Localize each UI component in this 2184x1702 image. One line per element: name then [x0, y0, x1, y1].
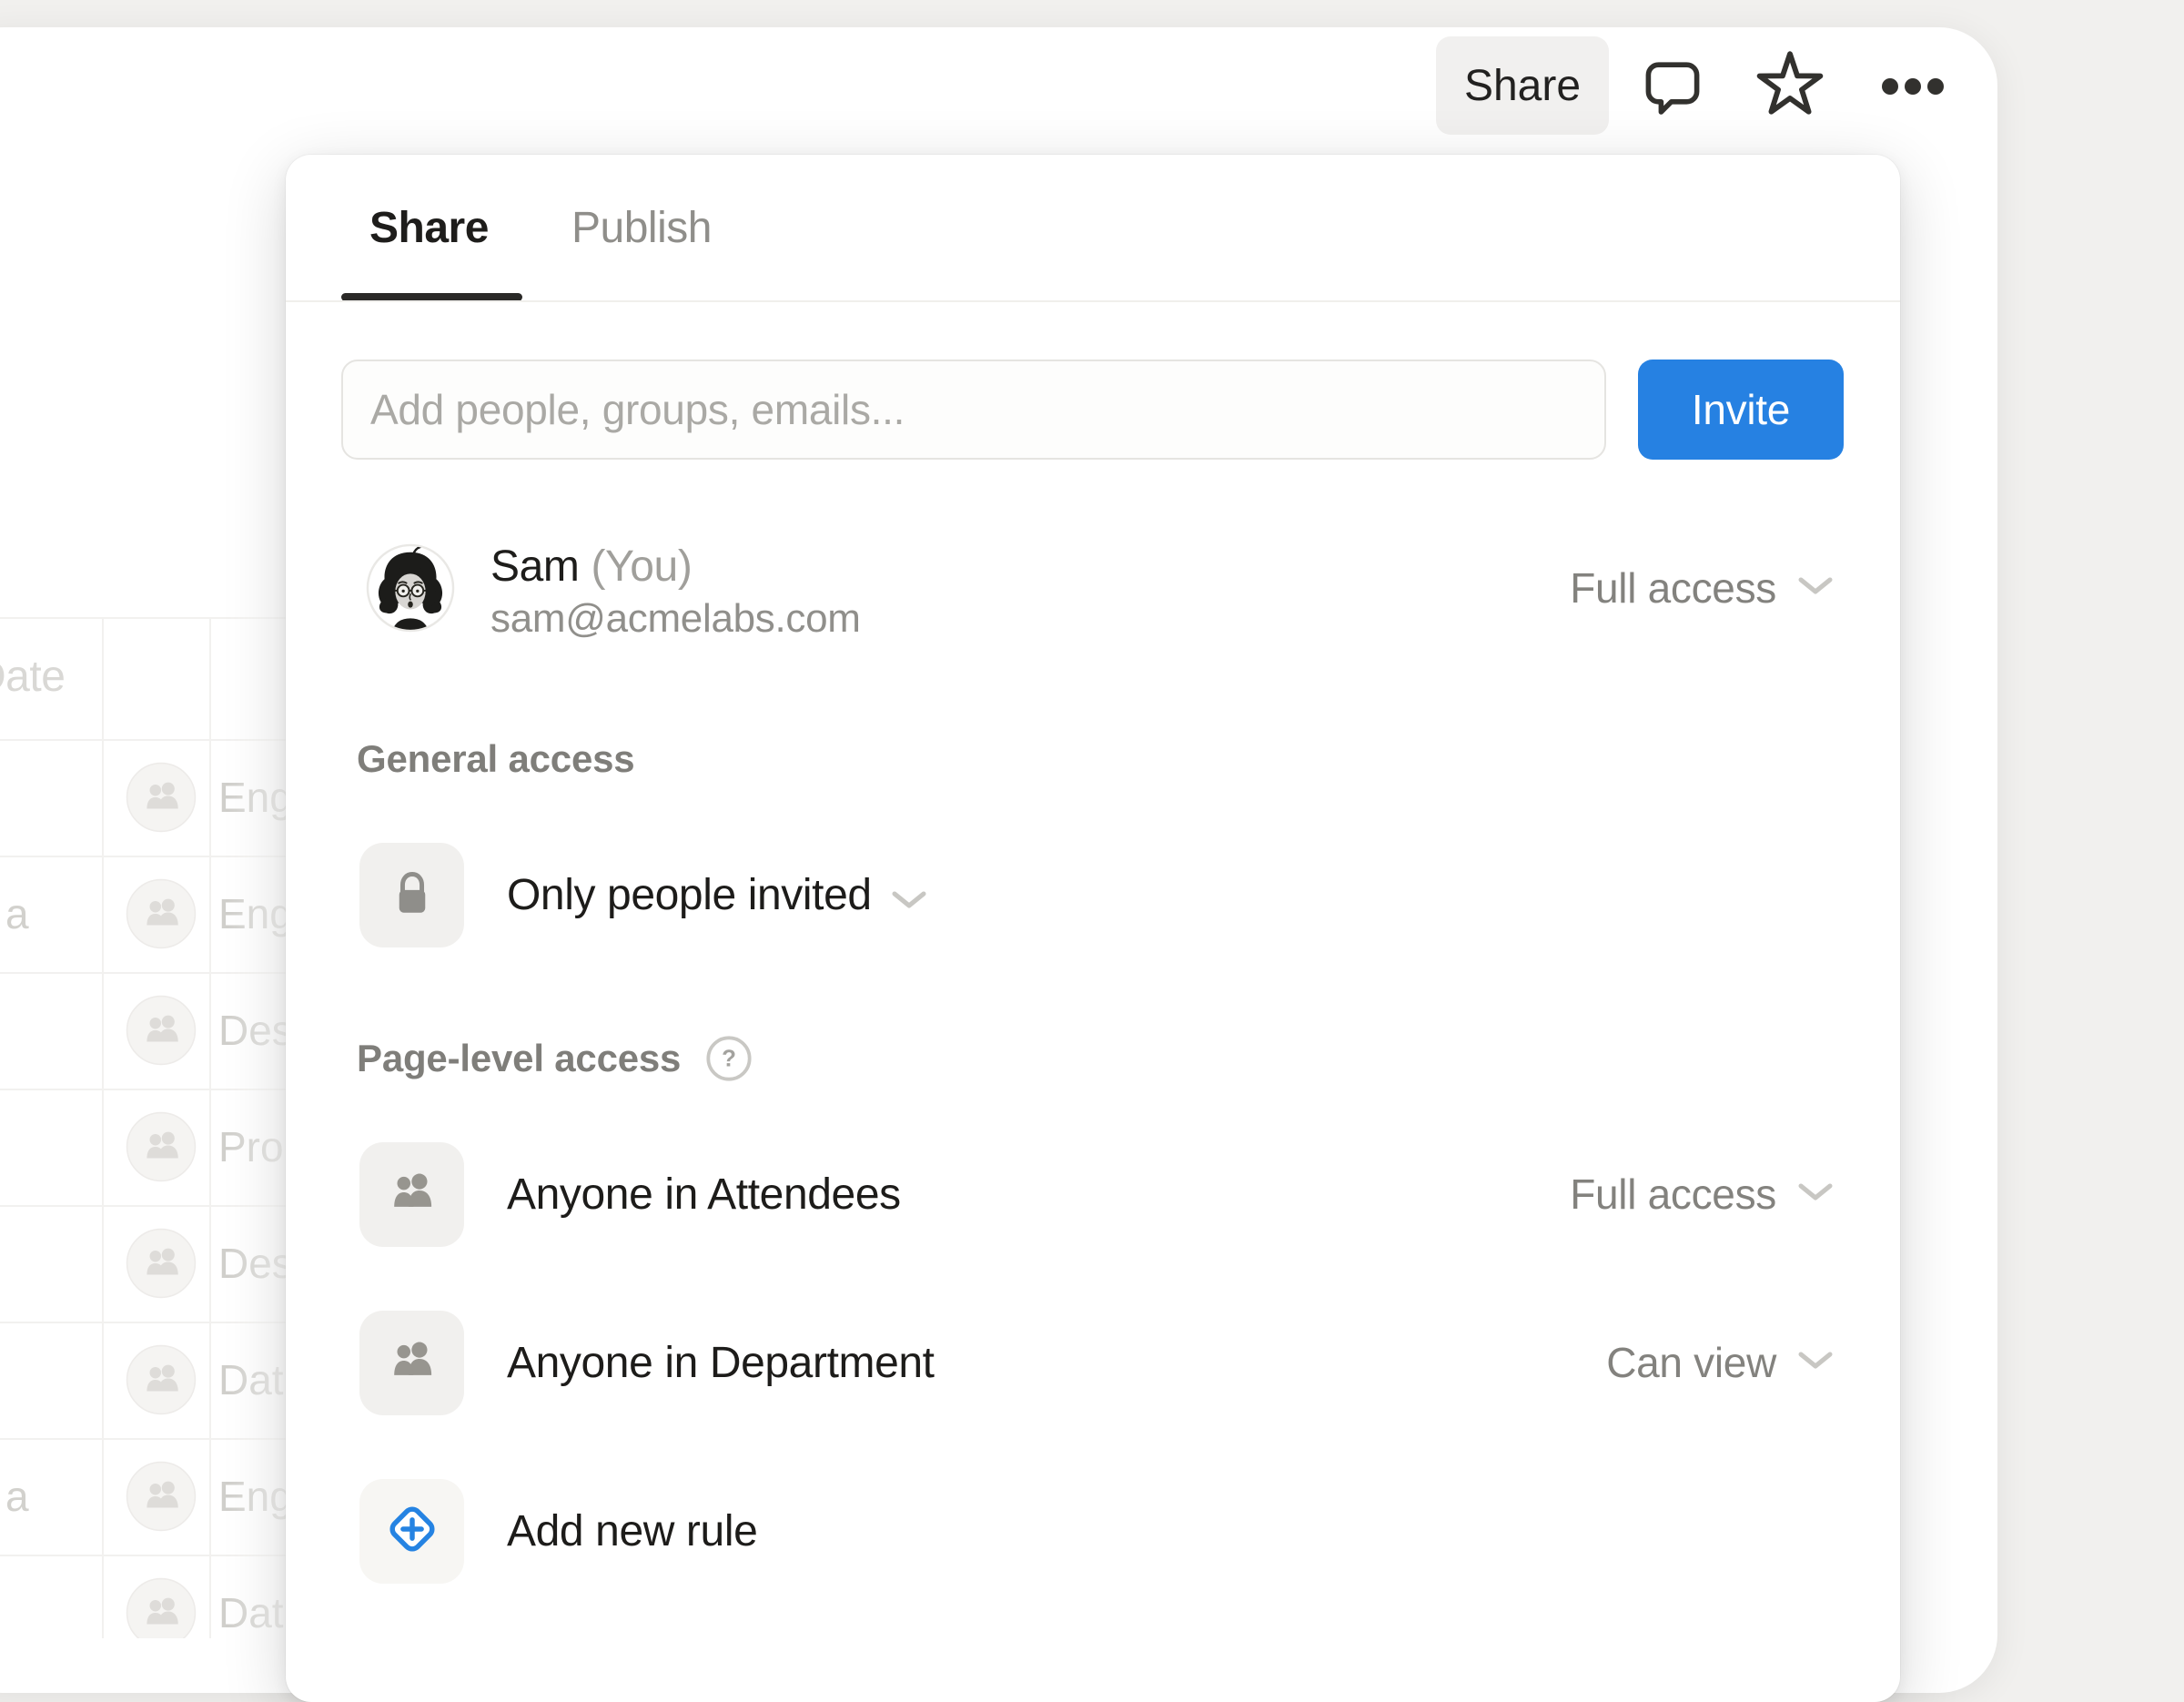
table-row: Dat: [0, 1555, 317, 1638]
comments-button[interactable]: [1641, 56, 1704, 120]
table-cell-fragment: a: [5, 889, 29, 938]
svg-text:?: ?: [722, 1047, 736, 1072]
tabbar-divider: [286, 300, 1900, 302]
table-row-divider: [0, 617, 317, 619]
lock-icon: [384, 865, 440, 926]
chevron-down-icon: [1798, 1183, 1833, 1206]
avatar: [366, 543, 455, 633]
department-access-dropdown[interactable]: Can view: [1606, 1340, 1833, 1385]
rule-attendees-label: Anyone in Attendees: [507, 1167, 901, 1221]
department-icon-box: [359, 1311, 464, 1415]
table-cell-label: Dat: [218, 1588, 284, 1637]
add-rule-icon-box: [359, 1479, 464, 1584]
comment-icon: [1641, 55, 1704, 123]
table-cell-label: Dat: [218, 1355, 284, 1404]
people-group-icon: [126, 1344, 197, 1415]
table-row: a Eng: [0, 1438, 317, 1555]
people-group-icon: [126, 1111, 197, 1182]
table-row: Dat: [0, 1322, 317, 1438]
chevron-down-icon: [1798, 577, 1833, 600]
table-row: a Eng: [0, 856, 317, 972]
background-table: Date Eng a Eng Des Pro Des Dat a Eng Dat: [0, 546, 317, 1638]
table-cell-label: Pro: [218, 1122, 284, 1171]
people-group-icon: [126, 1577, 197, 1638]
tab-share[interactable]: Share: [369, 155, 489, 300]
share-dialog: Share Publish Invite: [286, 155, 1900, 1702]
add-new-rule-button[interactable]: Add new rule: [507, 1504, 757, 1558]
table-cell-label: Eng: [218, 889, 293, 938]
add-rule-diamond-plus-icon: [377, 1494, 448, 1569]
people-group-icon: [382, 1162, 442, 1227]
general-access-heading: General access: [357, 737, 634, 781]
help-icon[interactable]: ?: [704, 1034, 753, 1083]
people-group-icon: [382, 1331, 442, 1395]
dialog-tabbar: Share Publish: [286, 155, 1900, 300]
invite-button[interactable]: Invite: [1638, 360, 1844, 460]
favorite-button[interactable]: [1754, 50, 1825, 121]
general-access-icon-box: [359, 843, 464, 947]
attendees-access-dropdown[interactable]: Full access: [1570, 1171, 1833, 1217]
tab-publish[interactable]: Publish: [571, 155, 712, 300]
owner-name: Sam: [490, 542, 580, 591]
table-header-date: Date: [0, 652, 65, 702]
table-cell-label: Eng: [218, 1472, 293, 1521]
owner-email: sam@acmelabs.com: [490, 595, 861, 643]
table-cell-label: Des: [218, 1239, 293, 1288]
table-row: Eng: [0, 739, 317, 856]
general-access-setting-dropdown[interactable]: Only people invited: [507, 867, 926, 922]
add-people-input[interactable]: [341, 360, 1606, 460]
table-row: Des: [0, 1205, 317, 1322]
table-cell-label: Des: [218, 1006, 293, 1055]
owner-name-line: Sam (You): [490, 541, 861, 593]
owner-info: Sam (You) sam@acmelabs.com: [490, 541, 861, 643]
people-group-icon: [126, 1461, 197, 1532]
attendees-icon-box: [359, 1142, 464, 1247]
chevron-down-icon: [1798, 1352, 1833, 1374]
owner-you-suffix: (You): [591, 542, 692, 591]
people-group-icon: [126, 1228, 197, 1299]
chevron-down-icon: [892, 870, 926, 920]
people-group-icon: [126, 762, 197, 833]
people-group-icon: [126, 878, 197, 949]
star-icon: [1754, 48, 1825, 124]
table-cell-fragment: a: [5, 1472, 29, 1521]
people-group-icon: [126, 995, 197, 1066]
owner-access-dropdown[interactable]: Full access: [1570, 565, 1833, 611]
more-options-button[interactable]: [1880, 78, 1946, 98]
table-row: Des: [0, 972, 317, 1089]
ellipsis-icon: [1880, 76, 1946, 101]
share-button-label: Share: [1464, 61, 1581, 111]
table-row: Pro: [0, 1089, 317, 1205]
share-button[interactable]: Share: [1436, 36, 1609, 135]
page-level-access-heading: Page-level access ?: [357, 1034, 753, 1083]
table-cell-label: Eng: [218, 773, 293, 822]
rule-department-label: Anyone in Department: [507, 1335, 935, 1390]
